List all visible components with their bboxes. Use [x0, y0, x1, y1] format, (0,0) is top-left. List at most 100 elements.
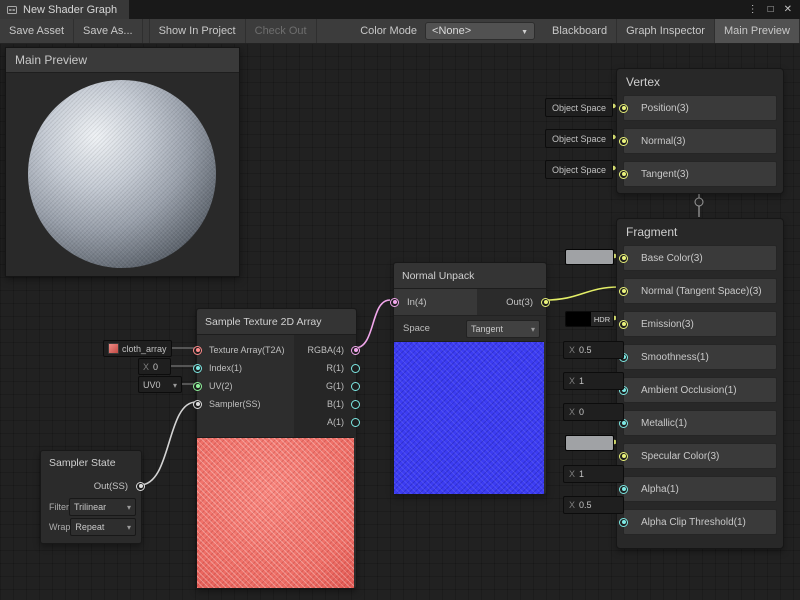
normal-tangent-space-port[interactable]: [619, 287, 628, 296]
space-value: Object Space: [552, 134, 606, 144]
sampler-port[interactable]: [193, 400, 202, 409]
filter-dropdown[interactable]: Trilinear: [69, 498, 136, 516]
window-tab[interactable]: New Shader Graph: [0, 0, 129, 19]
vertex-node-title: Vertex: [617, 69, 783, 95]
space-value: Object Space: [552, 165, 606, 175]
blackboard-button[interactable]: Blackboard: [543, 19, 617, 43]
a-port[interactable]: [351, 418, 360, 427]
block-alpha-clip-threshold[interactable]: Alpha Clip Threshold(1): [623, 509, 777, 535]
save-asset-button[interactable]: Save Asset: [0, 19, 74, 43]
node-title: Sampler State: [41, 451, 141, 475]
ambient-occlusion-field[interactable]: X 1: [563, 372, 624, 390]
in-port[interactable]: [390, 298, 399, 307]
axis-label: X: [569, 376, 575, 386]
slot-in: In(4): [394, 289, 477, 315]
block-label: Alpha Clip Threshold(1): [641, 517, 746, 528]
axis-label: X: [569, 500, 575, 510]
space-row: Space Tangent: [394, 316, 546, 341]
block-emission[interactable]: Emission(3): [623, 311, 777, 337]
index-port[interactable]: [193, 364, 202, 373]
fragment-node-title: Fragment: [617, 219, 783, 245]
check-out-button[interactable]: Check Out: [246, 19, 317, 43]
block-ambient-occlusion[interactable]: Ambient Occlusion(1): [623, 377, 777, 403]
main-preview-panel[interactable]: Main Preview: [5, 47, 240, 277]
sampler-state-node[interactable]: Sampler State Out(SS) Filter Trilinear W…: [40, 450, 142, 544]
alpha-clip-threshold-field[interactable]: X 0.5: [563, 496, 624, 514]
tangent-space-dropdown[interactable]: Object Space: [545, 160, 613, 179]
block-normal-tangent-space[interactable]: Normal (Tangent Space)(3): [623, 278, 777, 304]
position-port[interactable]: [619, 104, 628, 113]
wrap-dropdown[interactable]: Repeat: [70, 518, 136, 536]
emission-color-swatch: [566, 312, 591, 326]
texture-array-port[interactable]: [193, 346, 202, 355]
normal-map-preview: [394, 341, 544, 494]
tangent-port[interactable]: [619, 170, 628, 179]
menu-icon[interactable]: ⋮: [748, 5, 758, 15]
block-label: Emission(3): [641, 319, 694, 330]
value: 0.5: [579, 345, 592, 355]
block-tangent[interactable]: Tangent(3): [623, 161, 777, 187]
show-in-project-button[interactable]: Show In Project: [150, 19, 246, 43]
cloth-texture-preview: [197, 437, 354, 588]
graph-inspector-button[interactable]: Graph Inspector: [617, 19, 715, 43]
index-field[interactable]: X 0: [138, 358, 171, 375]
specular-color-swatch[interactable]: [565, 435, 614, 451]
shader-graph-window: New Shader Graph ⋮ □ ✕ Save Asset Save A…: [0, 0, 800, 600]
block-normal[interactable]: Normal(3): [623, 128, 777, 154]
alpha-port[interactable]: [619, 485, 628, 494]
alpha-clip-threshold-port[interactable]: [619, 518, 628, 527]
block-position[interactable]: Position(3): [623, 95, 777, 121]
emission-color-field[interactable]: HDR: [565, 311, 614, 327]
vertex-node[interactable]: Vertex Position(3) Normal(3) Tangent(3): [616, 68, 784, 194]
block-smoothness[interactable]: Smoothness(1): [623, 344, 777, 370]
rgba-port[interactable]: [351, 346, 360, 355]
wrap-row: Wrap Repeat: [41, 517, 141, 537]
slot-out: Out(3): [477, 289, 546, 315]
color-mode-dropdown[interactable]: <None>: [425, 22, 535, 40]
slot-label: UV(2): [209, 381, 233, 391]
filter-label: Filter: [49, 502, 69, 512]
block-label: Tangent(3): [641, 169, 689, 180]
slot-label: R(1): [327, 363, 345, 373]
axis-label: X: [569, 469, 575, 479]
save-as-button[interactable]: Save As...: [74, 19, 143, 43]
b-port[interactable]: [351, 400, 360, 409]
normal-port[interactable]: [619, 137, 628, 146]
position-space-dropdown[interactable]: Object Space: [545, 98, 613, 117]
emission-port[interactable]: [619, 320, 628, 329]
io-row: In(4) Out(3): [394, 289, 546, 316]
value: 1: [579, 469, 584, 479]
slot-label: Sampler(SS): [209, 399, 261, 409]
axis-label: X: [569, 345, 575, 355]
slot-label: RGBA(4): [307, 345, 344, 355]
normal-space-dropdown[interactable]: Object Space: [545, 129, 613, 148]
specular-color-port[interactable]: [619, 452, 628, 461]
uv-port[interactable]: [193, 382, 202, 391]
slot-label: A(1): [327, 417, 344, 427]
space-dropdown[interactable]: Tangent: [466, 320, 540, 338]
maximize-icon[interactable]: □: [768, 5, 774, 15]
value: 0.5: [579, 500, 592, 510]
block-base-color[interactable]: Base Color(3): [623, 245, 777, 271]
value: Tangent: [471, 324, 503, 334]
close-icon[interactable]: ✕: [784, 5, 792, 15]
alpha-field[interactable]: X 1: [563, 465, 624, 483]
base-color-swatch[interactable]: [565, 249, 614, 265]
block-alpha[interactable]: Alpha(1): [623, 476, 777, 502]
block-specular-color[interactable]: Specular Color(3): [623, 443, 777, 469]
metallic-field[interactable]: X 0: [563, 403, 624, 421]
normal-unpack-node[interactable]: Normal Unpack In(4) Out(3) Space Tangent: [393, 262, 547, 495]
g-port[interactable]: [351, 382, 360, 391]
block-metallic[interactable]: Metallic(1): [623, 410, 777, 436]
toolbar-separator: [143, 19, 150, 43]
uv-channel-dropdown[interactable]: UV0: [138, 376, 182, 393]
smoothness-field[interactable]: X 0.5: [563, 341, 624, 359]
base-color-port[interactable]: [619, 254, 628, 263]
main-preview-button[interactable]: Main Preview: [715, 19, 800, 43]
r-port[interactable]: [351, 364, 360, 373]
out-port[interactable]: [541, 298, 550, 307]
fragment-node[interactable]: Fragment Base Color(3) Normal (Tangent S…: [616, 218, 784, 549]
sample-texture-2d-array-node[interactable]: Sample Texture 2D Array Texture Array(T2…: [196, 308, 357, 589]
texture-array-field[interactable]: cloth_array: [103, 340, 172, 357]
out-ss-port[interactable]: [136, 482, 145, 491]
